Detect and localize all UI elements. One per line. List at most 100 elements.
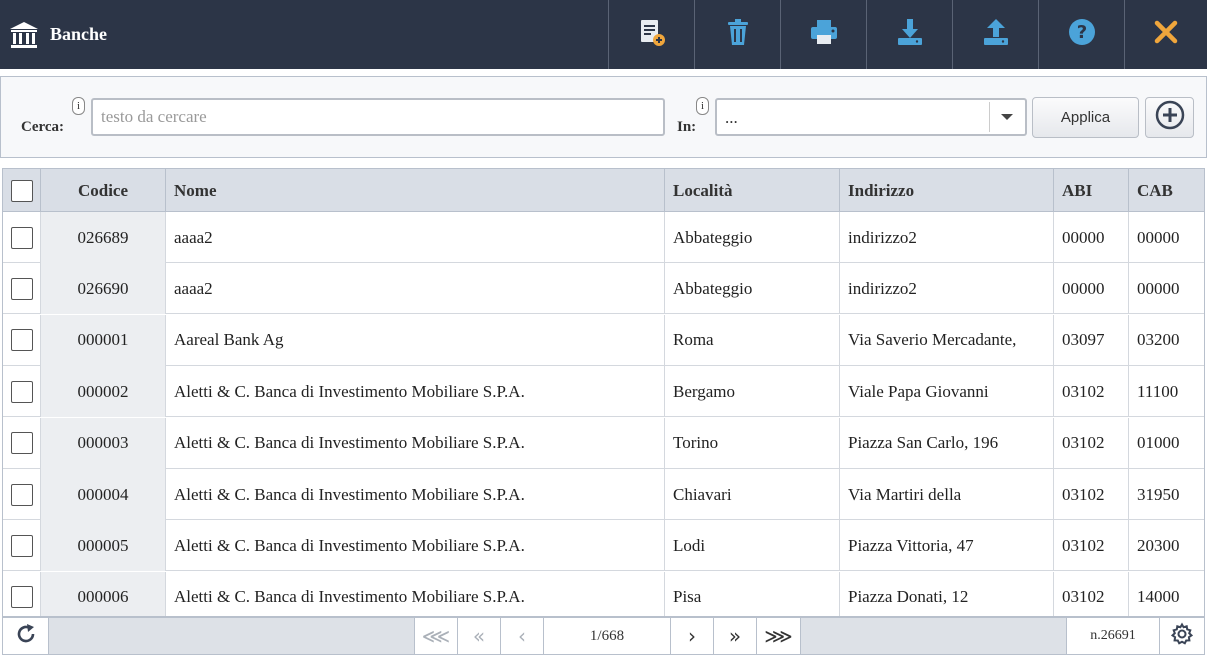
row-checkbox[interactable] [10, 277, 33, 300]
row-checkbox[interactable] [10, 226, 33, 249]
cell-codice: 000004 [41, 469, 166, 520]
cell-localita: Roma [665, 314, 840, 366]
cell-nome: Aletti & C. Banca di Investimento Mobili… [166, 366, 665, 418]
table-row[interactable]: 000006 Aletti & C. Banca di Investimento … [3, 571, 1204, 616]
cell-codice: 000006 [41, 571, 166, 616]
cell-nome: Aletti & C. Banca di Investimento Mobili… [166, 417, 665, 469]
cell-nome: Aareal Bank Ag [166, 314, 665, 366]
cell-codice: 000001 [41, 314, 166, 366]
cell-nome: Aletti & C. Banca di Investimento Mobili… [166, 469, 665, 520]
row-checkbox[interactable] [10, 329, 33, 352]
cell-abi: 03102 [1054, 520, 1129, 572]
row-checkbox[interactable] [10, 380, 33, 403]
search-field-select[interactable]: ... [715, 98, 1027, 136]
cell-cab: 00000 [1137, 278, 1180, 298]
row-select-cell [3, 417, 41, 469]
refresh-button[interactable] [3, 618, 49, 654]
cell-nome: aaaa2 [166, 263, 665, 315]
column-header-localita[interactable]: Località [665, 169, 840, 212]
row-select-cell [3, 520, 41, 572]
banks-table: Codice Nome Località Indirizzo ABI CAB 0… [2, 168, 1205, 617]
add-filter-button[interactable] [1145, 97, 1194, 138]
row-checkbox[interactable] [10, 483, 33, 506]
cell-cab: 11100 [1137, 381, 1179, 401]
table-row[interactable]: 000004 Aletti & C. Banca di Investimento … [3, 469, 1204, 520]
cell-localita: Abbateggio [665, 263, 840, 315]
cell-nome: aaaa2 [166, 212, 665, 263]
cell-codice: 026690 [41, 263, 166, 315]
download-button[interactable] [866, 0, 952, 69]
pager-bar: ⋘ « ‹ 1/668 › » ⋙ n.26691 [2, 617, 1205, 655]
cell-indirizzo: Piazza Vittoria, 47 [840, 520, 1054, 572]
print-button[interactable] [780, 0, 866, 69]
cell-cab: 00000 [1137, 227, 1180, 247]
help-icon: ? [1066, 16, 1098, 53]
cell-abi: 00000 [1054, 263, 1129, 315]
upload-button[interactable] [952, 0, 1038, 69]
table-row[interactable]: 000005 Aletti & C. Banca di Investimento … [3, 520, 1204, 572]
row-checkbox[interactable] [10, 432, 33, 455]
table-row[interactable]: 000002 Aletti & C. Banca di Investimento … [3, 366, 1204, 418]
cell-localita: Bergamo [665, 366, 840, 418]
cell-localita: Pisa [665, 571, 840, 616]
close-button[interactable] [1124, 0, 1207, 69]
column-header-cab[interactable]: CAB [1129, 169, 1204, 212]
row-select-cell [3, 469, 41, 520]
table-row[interactable]: 026690 aaaa2 Abbateggio indirizzo2 00000 0000… [3, 263, 1204, 315]
cell-indirizzo: Via Saverio Mercadante, [840, 314, 1054, 366]
bank-icon [8, 19, 40, 51]
next-block-button[interactable]: » [714, 618, 757, 654]
cell-indirizzo: Piazza Donati, 12 [840, 571, 1054, 616]
row-select-cell [3, 571, 41, 616]
cell-abi: 00000 [1054, 212, 1129, 263]
row-select-cell [3, 314, 41, 366]
cell-codice: 000003 [41, 417, 166, 469]
search-in-label: In: [677, 119, 697, 135]
svg-text:?: ? [1076, 22, 1086, 43]
cell-codice: 000005 [41, 520, 166, 572]
first-page-button[interactable]: ⋘ [414, 618, 458, 654]
cell-cab: 20300 [1137, 535, 1180, 555]
printer-icon [808, 16, 840, 53]
new-document-icon [636, 16, 668, 53]
cell-localita: Chiavari [665, 469, 840, 520]
cell-abi: 03102 [1054, 417, 1129, 469]
cell-abi: 03097 [1054, 314, 1129, 366]
cell-codice: 026689 [41, 212, 166, 263]
apply-button[interactable]: Applica [1032, 97, 1139, 138]
cell-nome: Aletti & C. Banca di Investimento Mobili… [166, 520, 665, 572]
settings-button[interactable] [1160, 618, 1204, 654]
select-all-checkbox[interactable] [10, 179, 33, 202]
row-checkbox[interactable] [10, 586, 33, 609]
search-in-info-icon[interactable]: i [696, 97, 709, 115]
column-header-abi[interactable]: ABI [1054, 169, 1129, 212]
title-area: Banche [8, 0, 107, 69]
record-count: n.26691 [1066, 618, 1160, 654]
help-button[interactable]: ? [1038, 0, 1124, 69]
new-document-button[interactable] [608, 0, 694, 69]
prev-page-button[interactable]: ‹ [501, 618, 544, 654]
table-row[interactable]: 000003 Aletti & C. Banca di Investimento … [3, 417, 1204, 469]
delete-button[interactable] [694, 0, 780, 69]
cell-abi: 03102 [1054, 366, 1129, 418]
table-row[interactable]: 000001 Aareal Bank Ag Roma Via Saverio Merc… [3, 314, 1204, 366]
chevron-down-icon[interactable] [989, 102, 1023, 132]
row-checkbox[interactable] [10, 534, 33, 557]
column-header-nome[interactable]: Nome [166, 169, 665, 212]
table-row[interactable]: 026689 aaaa2 Abbateggio indirizzo2 00000 0000… [3, 212, 1204, 263]
cell-nome: Aletti & C. Banca di Investimento Mobili… [166, 571, 665, 616]
refresh-icon [14, 622, 38, 651]
next-page-button[interactable]: › [671, 618, 714, 654]
search-field-value: ... [725, 108, 738, 127]
column-header-indirizzo[interactable]: Indirizzo [840, 169, 1054, 212]
cell-indirizzo: indirizzo2 [840, 263, 1054, 315]
last-page-button[interactable]: ⋙ [757, 618, 801, 654]
cell-localita: Torino [665, 417, 840, 469]
search-input[interactable] [91, 98, 665, 136]
column-header-codice[interactable]: Codice [41, 169, 166, 212]
gear-icon [1170, 622, 1194, 651]
prev-block-button[interactable]: « [458, 618, 501, 654]
cell-cab: 01000 [1137, 433, 1180, 453]
search-info-icon[interactable]: i [72, 97, 85, 115]
cell-indirizzo: indirizzo2 [840, 212, 1054, 263]
